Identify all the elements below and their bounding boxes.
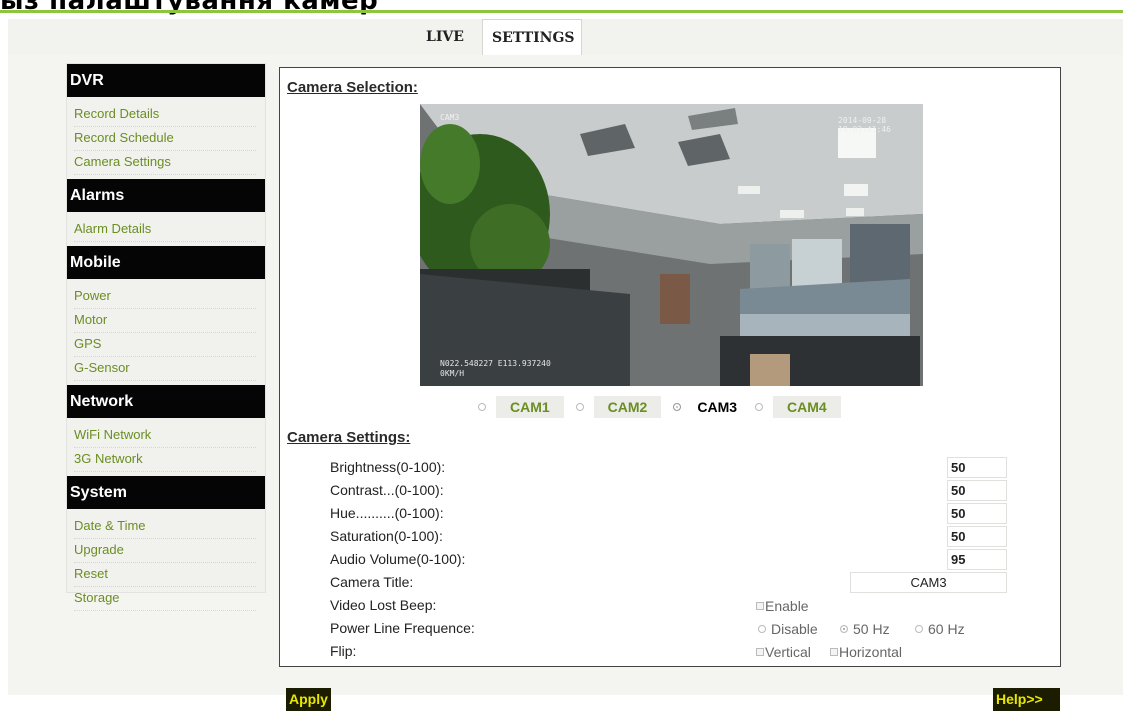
sidebar-item-storage[interactable]: Storage <box>74 587 256 611</box>
cam4-radio[interactable] <box>755 403 764 411</box>
power-line-label: Power Line Frequence: <box>330 620 475 636</box>
sidebar-item-motor[interactable]: Motor <box>74 309 256 333</box>
camera-overlay-date: 2014-09-28 <box>838 116 886 125</box>
cam2-radio[interactable] <box>575 403 584 411</box>
cam1-option[interactable]: CAM1 <box>478 396 564 418</box>
sidebar-item-reset[interactable]: Reset <box>74 563 256 587</box>
sidebar-item-g-sensor[interactable]: G-Sensor <box>74 357 256 381</box>
flip-horizontal-option[interactable]: Horizontal <box>830 644 902 660</box>
cam3-option[interactable]: CAM3 <box>673 396 743 418</box>
camera-overlay-speed: 0KM/H <box>440 369 464 378</box>
camera-preview-image: CAM3 2014-09-28 19:03:41:46 N022.548227 … <box>420 104 923 386</box>
power-disable-option[interactable]: Disable <box>758 621 818 637</box>
contrast-row: Contrast...(0-100): 50 <box>330 480 1020 503</box>
sidebar-item-upgrade[interactable]: Upgrade <box>74 539 256 563</box>
sidebar-heading-system: System <box>67 476 265 509</box>
flip-label: Flip: <box>330 643 357 659</box>
video-lost-beep-row: Video Lost Beep: Enable <box>330 595 1020 618</box>
sidebar-item-wifi-network[interactable]: WiFi Network <box>74 424 256 448</box>
cam1-button[interactable]: CAM1 <box>496 396 564 418</box>
video-lost-beep-label: Video Lost Beep: <box>330 597 437 613</box>
power-line-row: Power Line Frequence: Disable 50 Hz 60 H… <box>330 618 1020 641</box>
horizontal-label: Horizontal <box>839 644 903 660</box>
brightness-input[interactable]: 50 <box>947 457 1007 478</box>
camera-overlay-label: CAM3 <box>440 113 459 122</box>
cam1-radio[interactable] <box>478 403 486 411</box>
sidebar-heading-dvr: DVR <box>67 64 265 97</box>
page-heading: ыз палаштування камер <box>0 0 379 16</box>
sidebar-item-record-details[interactable]: Record Details <box>74 103 256 127</box>
enable-checkbox[interactable] <box>756 602 764 610</box>
audio-volume-row: Audio Volume(0-100): 95 <box>330 549 1020 572</box>
tab-settings[interactable]: SETTINGS <box>482 19 582 55</box>
power-50hz-option[interactable]: 50 Hz <box>840 621 890 637</box>
cam3-radio[interactable] <box>673 403 682 411</box>
settings-panel: Camera Selection: CAM3 2014-09-28 19:03:… <box>279 67 1061 667</box>
flip-row: Flip: Vertical Horizontal <box>330 641 1020 664</box>
60hz-radio[interactable] <box>915 625 923 633</box>
camera-title-input[interactable]: CAM3 <box>850 572 1007 593</box>
horizontal-checkbox[interactable] <box>830 648 838 656</box>
help-button[interactable]: Help>> <box>993 688 1060 711</box>
apply-button[interactable]: Apply <box>286 688 331 711</box>
cam4-button[interactable]: CAM4 <box>773 396 841 418</box>
audio-volume-input[interactable]: 95 <box>947 549 1007 570</box>
sidebar-item-alarm-details[interactable]: Alarm Details <box>74 218 256 242</box>
sidebar-item-camera-settings[interactable]: Camera Settings <box>74 151 256 175</box>
50hz-label: 50 Hz <box>853 621 890 637</box>
sidebar-item-power[interactable]: Power <box>74 285 256 309</box>
saturation-label: Saturation(0-100): <box>330 528 443 544</box>
tab-live[interactable]: LIVE <box>416 19 474 55</box>
video-lost-beep-option[interactable]: Enable <box>756 598 809 614</box>
disable-radio[interactable] <box>758 625 766 633</box>
sidebar-heading-network: Network <box>67 385 265 418</box>
sidebar-item-record-schedule[interactable]: Record Schedule <box>74 127 256 151</box>
60hz-label: 60 Hz <box>928 621 965 637</box>
cam3-button[interactable]: CAM3 <box>691 396 743 418</box>
camera-settings-title: Camera Settings: <box>287 429 411 446</box>
camera-overlay-coords: N022.548227 E113.937240 <box>440 359 551 368</box>
heading-rule <box>0 10 1123 13</box>
hue-input[interactable]: 50 <box>947 503 1007 524</box>
vertical-label: Vertical <box>765 644 811 660</box>
enable-label: Enable <box>765 598 809 614</box>
cam4-option[interactable]: CAM4 <box>755 396 841 418</box>
power-60hz-option[interactable]: 60 Hz <box>915 621 965 637</box>
camera-selection-title: Camera Selection: <box>287 79 418 96</box>
saturation-input[interactable]: 50 <box>947 526 1007 547</box>
sidebar-heading-alarms: Alarms <box>67 179 265 212</box>
vertical-checkbox[interactable] <box>756 648 764 656</box>
hue-label: Hue..........(0-100): <box>330 505 444 521</box>
camera-settings-list: Brightness(0-100): 50 Contrast...(0-100)… <box>330 457 1020 664</box>
camera-selector: CAM1 CAM2 CAM3 CAM4 <box>478 395 853 419</box>
disable-label: Disable <box>771 621 818 637</box>
contrast-label: Contrast...(0-100): <box>330 482 444 498</box>
cam2-button[interactable]: CAM2 <box>593 396 662 418</box>
sidebar: DVR Record Details Record Schedule Camer… <box>66 63 266 611</box>
contrast-input[interactable]: 50 <box>947 480 1007 501</box>
50hz-radio[interactable] <box>840 625 848 633</box>
tab-bar: LIVE SETTINGS <box>8 19 1123 55</box>
saturation-row: Saturation(0-100): 50 <box>330 526 1020 549</box>
flip-vertical-option[interactable]: Vertical <box>756 644 811 660</box>
sidebar-item-3g-network[interactable]: 3G Network <box>74 448 256 472</box>
camera-title-label: Camera Title: <box>330 574 414 590</box>
brightness-label: Brightness(0-100): <box>330 459 446 475</box>
hue-row: Hue..........(0-100): 50 <box>330 503 1020 526</box>
audio-volume-label: Audio Volume(0-100): <box>330 551 466 567</box>
sidebar-heading-mobile: Mobile <box>67 246 265 279</box>
cam2-option[interactable]: CAM2 <box>575 396 662 418</box>
camera-preview: CAM3 2014-09-28 19:03:41:46 N022.548227 … <box>420 104 923 386</box>
camera-overlay-time: 19:03:41:46 <box>838 125 891 134</box>
sidebar-item-gps[interactable]: GPS <box>74 333 256 357</box>
brightness-row: Brightness(0-100): 50 <box>330 457 1020 480</box>
sidebar-item-date-time[interactable]: Date & Time <box>74 515 256 539</box>
camera-title-row: Camera Title: CAM3 <box>330 572 1020 595</box>
